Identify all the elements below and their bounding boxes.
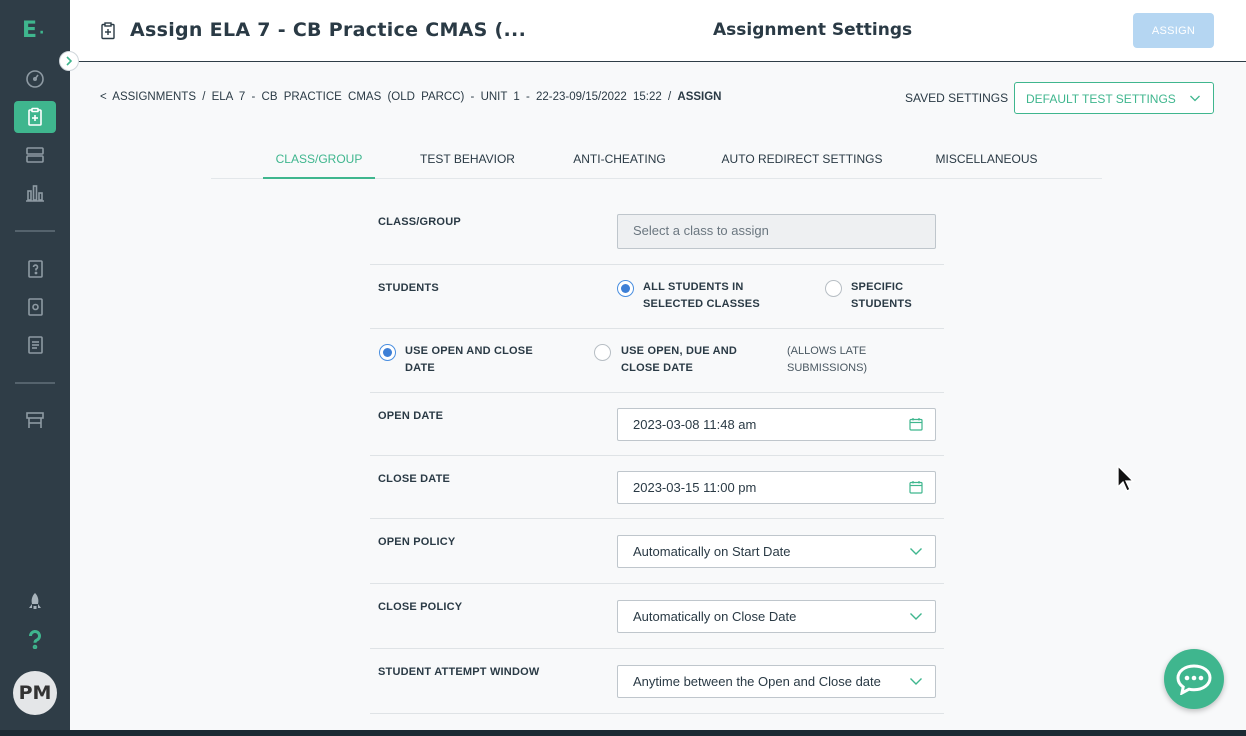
chevron-down-icon (910, 548, 922, 555)
open-date-row: OPEN DATE 2023-03-08 11:48 am (370, 393, 944, 456)
sidebar: E · PM (0, 0, 70, 730)
dashboard-icon[interactable] (14, 63, 56, 95)
sidebar-divider (15, 382, 55, 384)
date-mode-row: USE OPEN AND CLOSE DATE USE OPEN, DUE AN… (370, 329, 944, 393)
class-group-select[interactable]: Select a class to assign (617, 214, 936, 249)
open-policy-select[interactable]: Automatically on Start Date (617, 535, 936, 568)
playlist-library-icon[interactable] (14, 329, 56, 361)
chevron-down-icon (910, 613, 922, 620)
students-label: STUDENTS (378, 282, 439, 294)
test-library-icon[interactable] (14, 291, 56, 323)
rocket-icon[interactable] (14, 586, 56, 618)
open-date-value: 2023-03-08 11:48 am (633, 417, 757, 432)
open-date-input[interactable]: 2023-03-08 11:48 am (617, 408, 936, 441)
tab-anti-cheating[interactable]: ANTI-CHEATING (566, 140, 673, 179)
class-group-row: CLASS/GROUP Select a class to assign (370, 200, 944, 265)
saved-settings-select[interactable]: DEFAULT TEST SETTINGS (1014, 82, 1214, 114)
assign-button[interactable]: ASSIGN (1133, 13, 1214, 48)
section-title: Assignment Settings (713, 20, 913, 40)
attempt-window-label: STUDENT ATTEMPT WINDOW (378, 666, 540, 678)
breadcrumb-separator: / (202, 91, 206, 103)
clipboard-icon (101, 22, 115, 40)
students-row: STUDENTS ALL STUDENTS IN SELECTED CLASSE… (370, 265, 944, 329)
attempt-window-value: Anytime between the Open and Close date (633, 674, 881, 689)
radio-all-students-label[interactable]: ALL STUDENTS IN SELECTED CLASSES (643, 279, 803, 313)
open-date-label: OPEN DATE (378, 410, 444, 422)
tab-miscellaneous[interactable]: MISCELLANEOUS (931, 140, 1042, 179)
saved-settings-label: SAVED SETTINGS (905, 91, 1009, 105)
breadcrumb-back[interactable]: < (100, 91, 107, 103)
breadcrumb-item-assignments[interactable]: ASSIGNMENTS (112, 91, 196, 103)
tab-auto-redirect-settings[interactable]: AUTO REDIRECT SETTINGS (720, 140, 884, 179)
page-header: Assign ELA 7 - CB Practice CMAS (... Ass… (70, 0, 1246, 62)
open-policy-value: Automatically on Start Date (633, 544, 791, 559)
saved-settings-value: DEFAULT TEST SETTINGS (1026, 92, 1176, 106)
assignment-form: CLASS/GROUP Select a class to assign STU… (370, 200, 944, 714)
open-policy-label: OPEN POLICY (378, 536, 456, 548)
radio-specific-students[interactable] (825, 280, 842, 297)
chat-icon (1176, 664, 1212, 695)
chevron-down-icon (1190, 95, 1200, 102)
class-group-label: CLASS/GROUP (378, 216, 461, 228)
close-date-row: CLOSE DATE 2023-03-15 11:00 pm (370, 456, 944, 519)
sidebar-divider (15, 230, 55, 232)
close-date-value: 2023-03-15 11:00 pm (633, 480, 757, 495)
close-date-input[interactable]: 2023-03-15 11:00 pm (617, 471, 936, 504)
chat-button[interactable] (1164, 649, 1224, 709)
help-icon[interactable] (14, 623, 56, 655)
breadcrumb-item-test[interactable]: ELA 7 - CB PRACTICE CMAS (OLD PARCC) - U… (212, 91, 662, 103)
expand-sidebar-button[interactable] (59, 51, 79, 71)
attempt-window-row: STUDENT ATTEMPT WINDOW Anytime between t… (370, 649, 944, 714)
calendar-icon[interactable] (909, 480, 923, 494)
playlist-icon[interactable] (14, 139, 56, 171)
classroom-icon[interactable] (14, 404, 56, 436)
tab-test-behavior[interactable]: TEST BEHAVIOR (416, 140, 519, 179)
chevron-down-icon (910, 678, 922, 685)
mouse-cursor-icon (1117, 465, 1135, 492)
attempt-window-select[interactable]: Anytime between the Open and Close date (617, 665, 936, 698)
main-content: Assign ELA 7 - CB Practice CMAS (... Ass… (70, 0, 1246, 730)
radio-all-students[interactable] (617, 280, 634, 297)
page-title: Assign ELA 7 - CB Practice CMAS (... (130, 19, 527, 41)
chevron-right-icon (66, 56, 73, 66)
close-date-label: CLOSE DATE (378, 473, 451, 485)
breadcrumb-separator: / (667, 91, 672, 103)
radio-specific-students-label[interactable]: SPECIFIC STUDENTS (851, 279, 921, 313)
radio-open-due-close-date[interactable] (594, 344, 611, 361)
settings-tabs: CLASS/GROUP TEST BEHAVIOR ANTI-CHEATING … (211, 140, 1102, 179)
close-policy-label: CLOSE POLICY (378, 601, 463, 613)
tab-class-group[interactable]: CLASS/GROUP (263, 140, 375, 179)
close-policy-row: CLOSE POLICY Automatically on Close Date (370, 584, 944, 649)
reports-icon[interactable] (14, 177, 56, 209)
calendar-icon[interactable] (909, 417, 923, 431)
avatar[interactable]: PM (13, 671, 57, 715)
close-policy-select[interactable]: Automatically on Close Date (617, 600, 936, 633)
radio-open-due-close-date-label[interactable]: USE OPEN, DUE AND CLOSE DATE (621, 343, 776, 377)
open-policy-row: OPEN POLICY Automatically on Start Date (370, 519, 944, 584)
radio-open-close-date-label[interactable]: USE OPEN AND CLOSE DATE (405, 343, 540, 377)
radio-open-close-date[interactable] (379, 344, 396, 361)
item-bank-icon[interactable] (14, 253, 56, 285)
assignments-icon[interactable] (14, 101, 56, 133)
app-logo[interactable]: E · (22, 18, 44, 43)
breadcrumb: < ASSIGNMENTS / ELA 7 - CB PRACTICE CMAS… (100, 91, 721, 103)
breadcrumb-current: ASSIGN (677, 91, 722, 103)
close-policy-value: Automatically on Close Date (633, 609, 797, 624)
late-submissions-note: (ALLOWS LATE SUBMISSIONS) (787, 345, 868, 374)
